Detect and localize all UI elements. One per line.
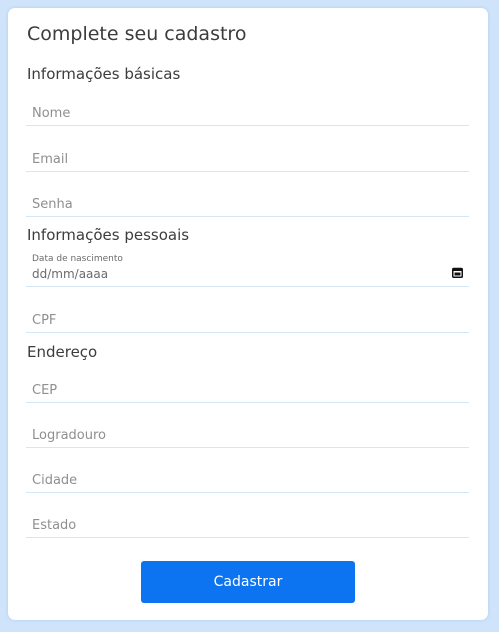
section-basic-info: Informações básicas: [27, 65, 181, 83]
birthdate-field[interactable]: Data de nascimento dd/mm/aaaa: [26, 254, 469, 287]
registration-card: Complete seu cadastro Informações básica…: [8, 8, 488, 620]
birthdate-label: Data de nascimento: [32, 254, 123, 264]
birthdate-input[interactable]: dd/mm/aaaa: [32, 267, 108, 282]
cep-input[interactable]: [26, 378, 469, 402]
city-field: [26, 468, 469, 493]
password-input[interactable]: [26, 192, 469, 216]
email-input[interactable]: [26, 147, 469, 171]
cep-field: [26, 378, 469, 403]
cpf-field: [26, 308, 469, 333]
password-field: [26, 192, 469, 217]
name-field: [26, 101, 469, 126]
name-input[interactable]: [26, 101, 469, 125]
street-field: [26, 423, 469, 448]
cpf-input[interactable]: [26, 308, 469, 332]
email-field: [26, 147, 469, 172]
state-input[interactable]: [26, 513, 469, 537]
page-title: Complete seu cadastro: [27, 23, 247, 45]
submit-button[interactable]: Cadastrar: [141, 561, 355, 603]
section-address: Endereço: [27, 343, 98, 361]
calendar-icon[interactable]: [452, 267, 463, 278]
street-input[interactable]: [26, 423, 469, 447]
city-input[interactable]: [26, 468, 469, 492]
state-field: [26, 513, 469, 538]
section-personal-info: Informações pessoais: [27, 226, 190, 244]
